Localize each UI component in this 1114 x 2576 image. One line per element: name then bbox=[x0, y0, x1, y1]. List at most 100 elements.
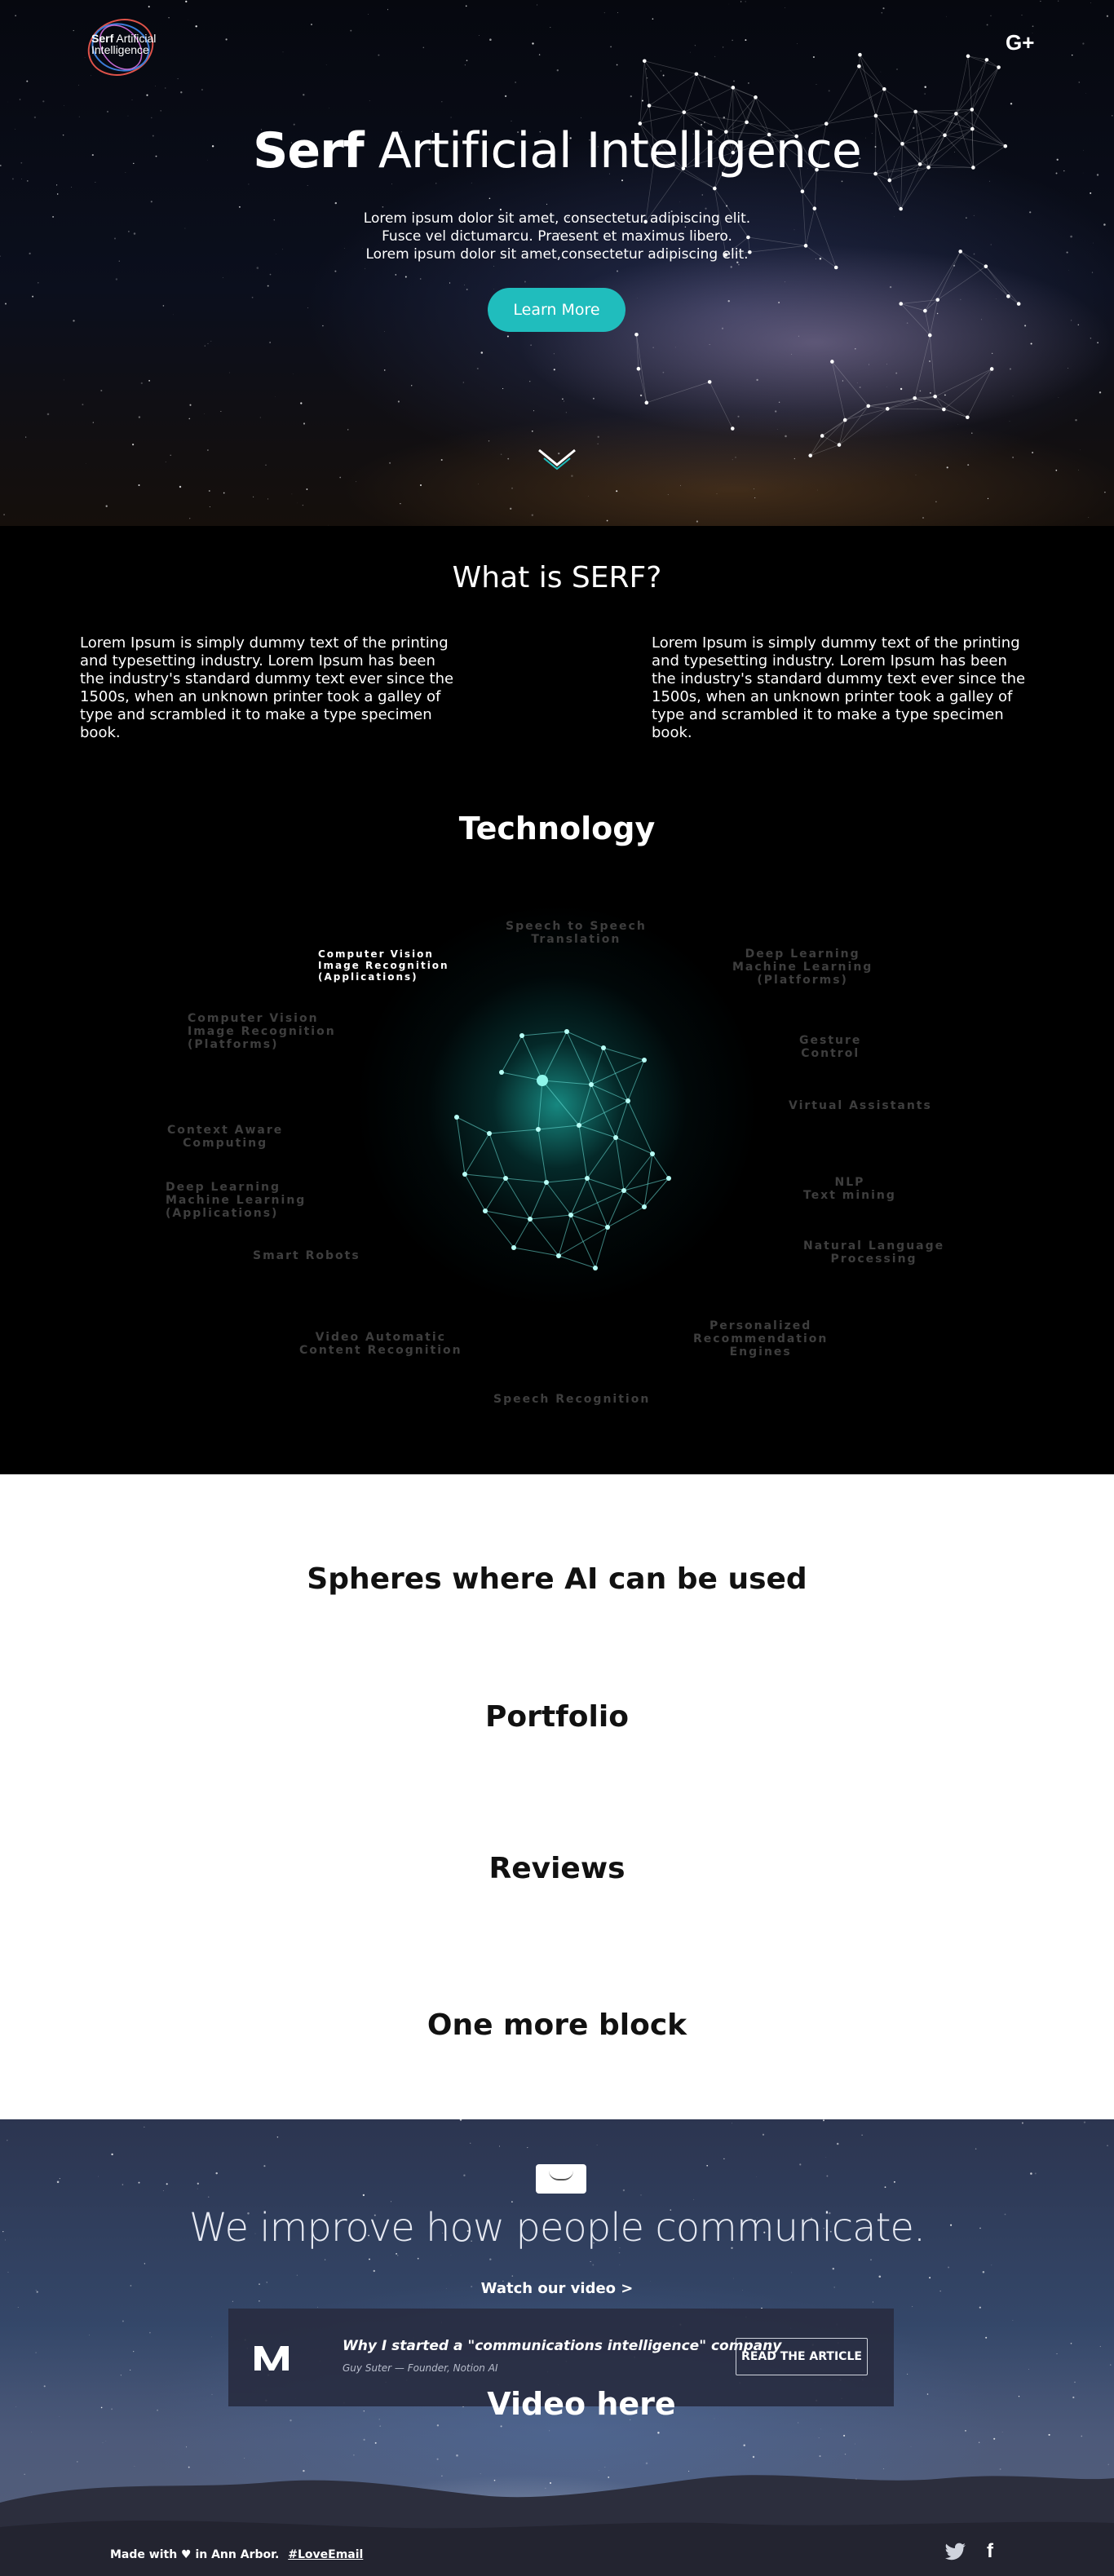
network-node bbox=[644, 400, 649, 405]
network-edge bbox=[937, 266, 987, 300]
brain-node bbox=[621, 1188, 626, 1193]
star bbox=[146, 94, 148, 96]
star bbox=[530, 344, 532, 346]
star bbox=[128, 231, 130, 232]
network-node bbox=[899, 302, 904, 306]
brain-edge bbox=[570, 1178, 588, 1216]
star bbox=[617, 11, 619, 14]
network-node bbox=[923, 308, 927, 313]
star bbox=[4, 303, 7, 305]
star bbox=[440, 459, 443, 461]
star bbox=[188, 418, 191, 420]
google-plus-icon[interactable]: G+ bbox=[1006, 31, 1034, 54]
network-node bbox=[707, 380, 712, 384]
star bbox=[603, 12, 605, 14]
brain-edge bbox=[537, 1129, 547, 1183]
network-edge bbox=[944, 369, 992, 410]
star bbox=[1106, 15, 1108, 17]
network-edge bbox=[709, 382, 733, 429]
read-article-button[interactable]: READ THE ARTICLE bbox=[736, 2338, 868, 2375]
tech-label-virtual-assistants[interactable]: Virtual Assistants bbox=[789, 1099, 932, 1112]
network-node bbox=[812, 206, 817, 210]
brain-edge bbox=[607, 1206, 645, 1228]
tech-label-dl-applications[interactable]: Deep Learning Machine Learning (Applicat… bbox=[166, 1181, 306, 1220]
tech-label-recommendation[interactable]: Personalized Recommendation Engines bbox=[693, 1319, 828, 1359]
network-node bbox=[857, 64, 861, 68]
brain-edge bbox=[586, 1137, 617, 1179]
network-edge bbox=[900, 299, 938, 304]
tech-label-smart-robots[interactable]: Smart Robots bbox=[253, 1249, 360, 1262]
tech-label-gesture-control[interactable]: Gesture Control bbox=[799, 1034, 861, 1060]
star bbox=[1032, 451, 1034, 454]
mail-icon bbox=[536, 2164, 586, 2194]
hero-section: Serf Artificial Intelligence G+ Serf Art… bbox=[0, 0, 1114, 526]
tech-label-video-recognition[interactable]: Video Automatic Content Recognition bbox=[299, 1331, 462, 1357]
network-edge bbox=[814, 208, 837, 268]
tech-label-natural-language[interactable]: Natural Language Processing bbox=[803, 1239, 944, 1266]
star bbox=[369, 100, 370, 101]
star bbox=[391, 183, 392, 185]
hero-title-bold: Serf bbox=[253, 122, 365, 179]
tech-label-speech-to-speech[interactable]: Speech to Speech Translation bbox=[506, 920, 647, 946]
star bbox=[1104, 491, 1106, 493]
brain-edge bbox=[484, 1178, 506, 1212]
hero-title-rest: Artificial Intelligence bbox=[378, 122, 862, 179]
network-node bbox=[913, 109, 917, 114]
star bbox=[170, 454, 171, 456]
star bbox=[378, 54, 380, 56]
facebook-icon[interactable]: f bbox=[987, 2541, 998, 2562]
star bbox=[189, 518, 191, 519]
star bbox=[207, 449, 209, 451]
tech-label-dl-platforms[interactable]: Deep Learning Machine Learning (Platform… bbox=[732, 948, 873, 987]
star bbox=[465, 5, 467, 7]
star bbox=[303, 94, 305, 96]
star bbox=[292, 373, 294, 374]
network-node bbox=[927, 333, 932, 338]
brain-edge bbox=[484, 1210, 531, 1220]
footer-section: We improve how people communicate. Watch… bbox=[0, 2119, 1114, 2576]
made-with-label: Made with ♥ in Ann Arbor. bbox=[110, 2548, 280, 2561]
article-title[interactable]: Why I started a "communications intellig… bbox=[343, 2338, 781, 2354]
star bbox=[745, 1, 746, 2]
star bbox=[1075, 418, 1077, 422]
brain-edge bbox=[464, 1133, 490, 1175]
brain-edge bbox=[615, 1137, 653, 1155]
watch-video-link[interactable]: Watch our video > bbox=[0, 2280, 1114, 2297]
network-edge bbox=[900, 303, 931, 336]
love-email-link[interactable]: #LoveEmail bbox=[288, 2548, 363, 2561]
network-edge bbox=[822, 435, 840, 445]
star bbox=[52, 215, 55, 218]
tech-label-cv-applications[interactable]: Computer Vision Image Recognition (Appli… bbox=[318, 948, 449, 983]
scroll-down-icon[interactable] bbox=[536, 447, 578, 471]
network-node bbox=[647, 104, 652, 108]
tech-label-nlp[interactable]: NLP Text mining bbox=[803, 1176, 896, 1202]
star bbox=[282, 51, 284, 53]
brain-edge bbox=[484, 1210, 515, 1248]
network-node bbox=[935, 298, 940, 302]
hero-lead-line: Lorem ipsum dolor sit amet,consectetur a… bbox=[365, 246, 749, 263]
network-edge bbox=[960, 251, 987, 267]
brain-edge bbox=[566, 1031, 604, 1049]
star bbox=[441, 101, 443, 103]
network-edge bbox=[914, 334, 931, 399]
star bbox=[389, 462, 391, 464]
learn-more-button[interactable]: Learn More bbox=[488, 288, 626, 332]
network-node bbox=[942, 407, 946, 412]
network-node bbox=[954, 112, 958, 116]
logo-text[interactable]: Serf Artificial Intelligence bbox=[91, 33, 156, 55]
star bbox=[33, 116, 37, 119]
tech-label-speech-recognition[interactable]: Speech Recognition bbox=[493, 1393, 650, 1406]
star bbox=[177, 78, 179, 80]
network-edge bbox=[889, 179, 901, 210]
twitter-icon[interactable] bbox=[944, 2543, 966, 2562]
star bbox=[1078, 469, 1079, 471]
star bbox=[1078, 82, 1081, 83]
star bbox=[606, 519, 608, 522]
tech-label-context-aware[interactable]: Context Aware Computing bbox=[167, 1124, 283, 1150]
brain-edge bbox=[590, 1084, 629, 1102]
tech-label-cv-platforms[interactable]: Computer Vision Image Recognition (Platf… bbox=[188, 1012, 336, 1051]
star bbox=[225, 38, 228, 41]
brain-edge bbox=[578, 1084, 592, 1126]
star bbox=[411, 385, 413, 387]
star bbox=[339, 476, 342, 479]
